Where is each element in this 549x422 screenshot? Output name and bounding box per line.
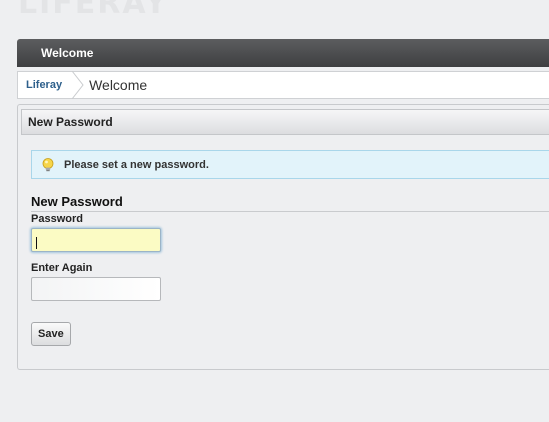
lightbulb-icon [42,157,54,171]
site-logo: LIFERAY [18,0,169,21]
text-cursor [36,237,37,249]
save-button[interactable]: Save [31,322,71,346]
breadcrumb-item-welcome: Welcome [89,77,148,93]
password-input[interactable] [31,228,161,252]
password-label: Password [31,213,83,225]
portlet-title-bar: Welcome [17,39,549,67]
breadcrumb: Liferay Welcome [17,71,549,99]
fieldset-divider [31,211,549,212]
info-message: Please set a new password. [31,150,549,179]
breadcrumb-item-liferay[interactable]: Liferay [18,72,72,98]
section-title: New Password [21,109,549,135]
portlet-content: New Password Please set a new password. … [17,104,549,370]
enter-again-label: Enter Again [31,262,93,274]
fieldset-title: New Password [31,194,123,209]
info-text: Please set a new password. [64,158,209,171]
breadcrumb-separator-icon [72,71,84,99]
enter-again-input[interactable] [31,277,161,301]
portlet-title: Welcome [41,46,94,60]
